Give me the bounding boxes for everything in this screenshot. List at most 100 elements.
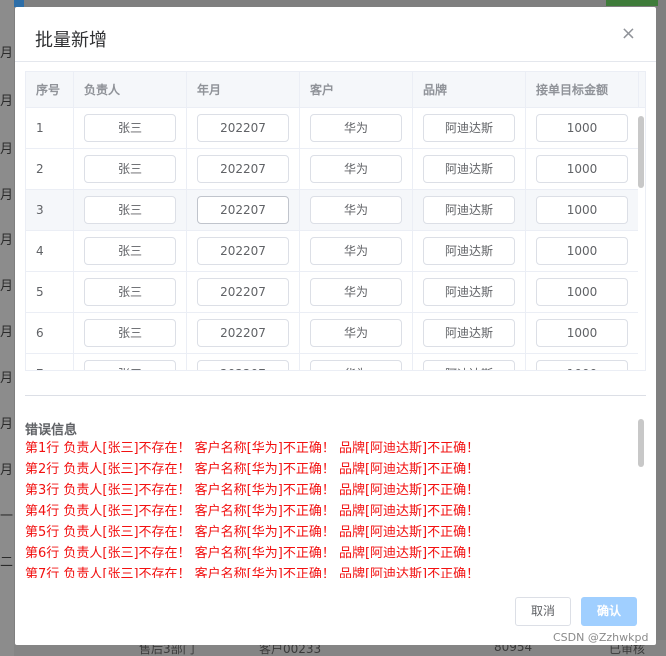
- customer-input[interactable]: 华为: [310, 278, 402, 306]
- month-input[interactable]: 202207: [197, 237, 289, 265]
- amount-input[interactable]: 1000: [536, 155, 628, 183]
- brand-input[interactable]: 阿迪达斯: [423, 360, 515, 370]
- owner-input[interactable]: 张三: [84, 155, 176, 183]
- month-input[interactable]: 202207: [197, 196, 289, 224]
- brand-input[interactable]: 阿迪达斯: [423, 319, 515, 347]
- table-scrollbar[interactable]: [638, 116, 644, 188]
- background-label: 月: [0, 325, 14, 340]
- table-cell: 张三: [74, 313, 187, 354]
- table-cell: 202207: [187, 231, 300, 272]
- brand-input[interactable]: 阿迪达斯: [423, 114, 515, 142]
- confirm-button[interactable]: 确认: [581, 597, 637, 626]
- table-cell: 1000: [526, 231, 638, 272]
- background-button-fragment: [606, 0, 658, 6]
- owner-input[interactable]: 张三: [84, 360, 176, 370]
- amount-input[interactable]: 1000: [536, 196, 628, 224]
- table-cell: 华为: [300, 354, 413, 370]
- table-row: 6 张三 202207 华为 阿迪达斯 1000: [26, 313, 638, 354]
- dialog-header-divider: [15, 61, 656, 62]
- month-input[interactable]: 202207: [197, 360, 289, 370]
- table-cell: 1000: [526, 272, 638, 313]
- table-body[interactable]: 1 张三 202207 华为 阿迪达斯 1000 2 张三 202207 华为 阿迪达斯 1000 3 张…: [26, 108, 638, 370]
- row-index: 5: [26, 272, 74, 313]
- table-row: 7 张三 202207 华为 阿迪达斯 1000: [26, 354, 638, 370]
- month-input[interactable]: 202207: [197, 319, 289, 347]
- table-cell: 1000: [526, 313, 638, 354]
- table-cell: 1000: [526, 108, 638, 149]
- column-header-index: 序号: [26, 72, 74, 108]
- error-list[interactable]: 第1行 负责人[张三]不存在！ 客户名称[华为]不正确！ 品牌[阿迪达斯]不正确…: [25, 438, 645, 578]
- background-label: 月: [0, 417, 14, 432]
- table-cell: 阿迪达斯: [413, 149, 526, 190]
- row-index: 6: [26, 313, 74, 354]
- month-input[interactable]: 202207: [197, 114, 289, 142]
- table-row: 4 张三 202207 华为 阿迪达斯 1000: [26, 231, 638, 272]
- table-cell: 张三: [74, 272, 187, 313]
- table-row: 2 张三 202207 华为 阿迪达斯 1000: [26, 149, 638, 190]
- column-header-brand: 品牌: [413, 72, 526, 108]
- amount-input[interactable]: 1000: [536, 237, 628, 265]
- owner-input[interactable]: 张三: [84, 278, 176, 306]
- background-left-column: 月月月月月月月月月月一二: [0, 0, 14, 656]
- row-index: 2: [26, 149, 74, 190]
- table-cell: 张三: [74, 231, 187, 272]
- background-label: 月: [0, 94, 14, 109]
- column-header-month: 年月: [187, 72, 300, 108]
- table-cell: 张三: [74, 149, 187, 190]
- owner-input[interactable]: 张三: [84, 114, 176, 142]
- brand-input[interactable]: 阿迪达斯: [423, 155, 515, 183]
- customer-input[interactable]: 华为: [310, 155, 402, 183]
- owner-input[interactable]: 张三: [84, 237, 176, 265]
- table-cell: 1000: [526, 149, 638, 190]
- month-input[interactable]: 202207: [197, 155, 289, 183]
- error-line: 第4行 负责人[张三]不存在！ 客户名称[华为]不正确！ 品牌[阿迪达斯]不正确…: [25, 504, 480, 519]
- amount-input[interactable]: 1000: [536, 278, 628, 306]
- error-scrollbar[interactable]: [638, 419, 644, 467]
- customer-input[interactable]: 华为: [310, 114, 402, 142]
- table-cell: 阿迪达斯: [413, 272, 526, 313]
- table-cell: 华为: [300, 190, 413, 231]
- amount-input[interactable]: 1000: [536, 114, 628, 142]
- background-label: 月: [0, 463, 14, 478]
- table-cell: 阿迪达斯: [413, 190, 526, 231]
- amount-input[interactable]: 1000: [536, 360, 628, 370]
- column-header-amount: 接单目标金额: [526, 72, 639, 108]
- brand-input[interactable]: 阿迪达斯: [423, 196, 515, 224]
- table-cell: 华为: [300, 313, 413, 354]
- close-icon[interactable]: ×: [621, 25, 636, 43]
- column-header-customer: 客户: [300, 72, 413, 108]
- row-index: 1: [26, 108, 74, 149]
- background-label: 月: [0, 233, 14, 248]
- background-label: 二: [0, 555, 14, 570]
- table-cell: 阿迪达斯: [413, 354, 526, 370]
- table-cell: 张三: [74, 354, 187, 370]
- amount-input[interactable]: 1000: [536, 319, 628, 347]
- customer-input[interactable]: 华为: [310, 237, 402, 265]
- background-label: 月: [0, 46, 14, 61]
- background-label: 月: [0, 279, 14, 294]
- row-index: 7: [26, 354, 74, 370]
- batch-add-dialog: 批量新增 × 序号 负责人 年月 客户 品牌 接单目标金额 1 张三 202207 华…: [15, 7, 656, 645]
- brand-input[interactable]: 阿迪达斯: [423, 278, 515, 306]
- row-index: 3: [26, 190, 74, 231]
- customer-input[interactable]: 华为: [310, 360, 402, 370]
- table-cell: 1000: [526, 190, 638, 231]
- month-input[interactable]: 202207: [197, 278, 289, 306]
- table-row: 5 张三 202207 华为 阿迪达斯 1000: [26, 272, 638, 313]
- owner-input[interactable]: 张三: [84, 196, 176, 224]
- cancel-button[interactable]: 取消: [515, 597, 571, 626]
- brand-input[interactable]: 阿迪达斯: [423, 237, 515, 265]
- background-label: 一: [0, 509, 14, 524]
- table-cell: 202207: [187, 190, 300, 231]
- owner-input[interactable]: 张三: [84, 319, 176, 347]
- section-divider: [25, 395, 646, 396]
- table-cell: 华为: [300, 108, 413, 149]
- table-row: 1 张三 202207 华为 阿迪达斯 1000: [26, 108, 638, 149]
- error-line: 第3行 负责人[张三]不存在！ 客户名称[华为]不正确！ 品牌[阿迪达斯]不正确…: [25, 483, 480, 498]
- customer-input[interactable]: 华为: [310, 319, 402, 347]
- customer-input[interactable]: 华为: [310, 196, 402, 224]
- error-line: 第5行 负责人[张三]不存在！ 客户名称[华为]不正确！ 品牌[阿迪达斯]不正确…: [25, 525, 480, 540]
- error-line: 第2行 负责人[张三]不存在！ 客户名称[华为]不正确！ 品牌[阿迪达斯]不正确…: [25, 462, 480, 477]
- error-line: 第1行 负责人[张三]不存在！ 客户名称[华为]不正确！ 品牌[阿迪达斯]不正确…: [25, 441, 480, 456]
- table-header: 序号 负责人 年月 客户 品牌 接单目标金额: [26, 72, 645, 108]
